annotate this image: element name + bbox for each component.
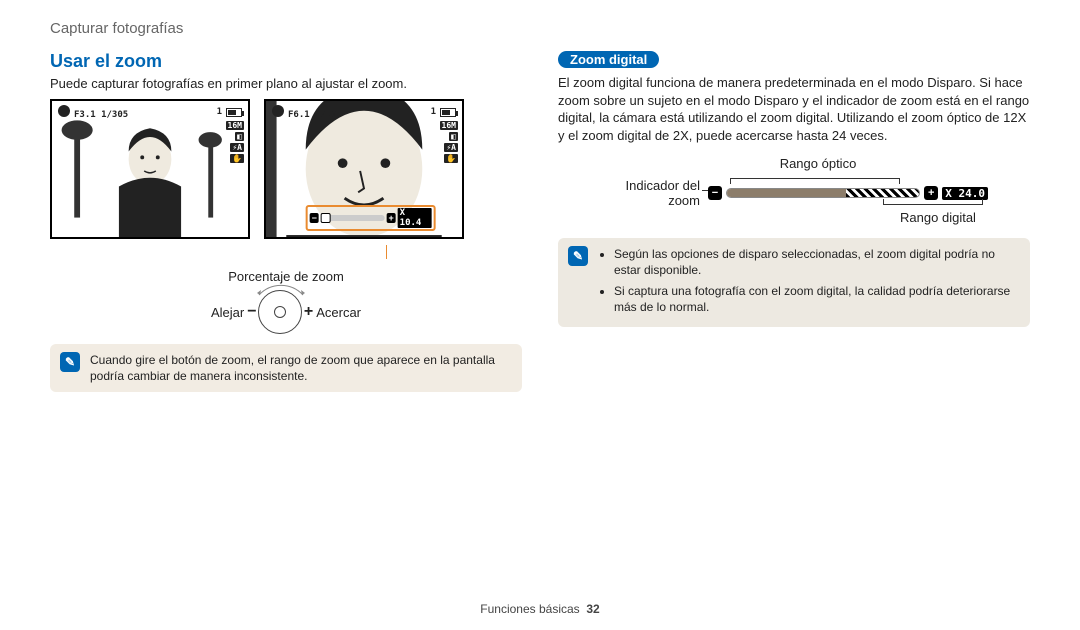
left-column: Usar el zoom Puede capturar fotografías … <box>50 51 522 392</box>
digital-range-label: Rango digital <box>878 210 998 225</box>
stabilize-icon: ✋ <box>230 154 244 163</box>
optic-bracket <box>730 178 900 179</box>
camera-screen-zoomed: F6.1 1/105 1 16M ◧ ⚡A ✋ − + X 10.4 <box>264 99 464 239</box>
flash-icon: ⚡A <box>444 143 458 152</box>
dial-right-label: Acercar <box>316 305 361 320</box>
zoom-minus-icon: − <box>708 186 722 200</box>
optic-range-label: Rango óptico <box>758 156 878 171</box>
zoom-indicator-label: Indicador del zoom <box>600 178 700 208</box>
zoom-bar: − + X 10.4 <box>306 205 436 231</box>
mode-icon: ◧ <box>235 132 244 141</box>
battery-icon <box>226 108 242 117</box>
shot-count: 1 <box>431 107 436 117</box>
lead-text: Puede capturar fotografías en primer pla… <box>50 76 522 91</box>
note-list: Según las opciones de disparo selecciona… <box>614 246 1020 319</box>
section-title: Usar el zoom <box>50 51 522 72</box>
flash-icon: ⚡A <box>230 143 244 152</box>
digital-range-fill <box>846 189 919 197</box>
camera-screen-wide: F3.1 1/305 1 16M ◧ ⚡A ✋ <box>50 99 250 239</box>
shot-count: 1 <box>217 107 222 117</box>
note-icon: ✎ <box>60 352 80 372</box>
zoom-track <box>726 188 920 198</box>
note-item: Si captura una fotografía con el zoom di… <box>614 283 1020 315</box>
zoom-dial-diagram: Alejar −+ Acercar <box>50 290 522 334</box>
mode-icon: ◧ <box>449 132 458 141</box>
zoom-value: X 10.4 <box>398 208 432 228</box>
zoom-max-value: X 24.0 <box>942 187 988 200</box>
photo-illustration-wide <box>52 101 248 237</box>
battery-icon <box>440 108 456 117</box>
note-box: ✎ Según las opciones de disparo seleccio… <box>558 238 1030 327</box>
note-text: Cuando gire el botón de zoom, el rango d… <box>90 352 512 384</box>
footer-section: Funciones básicas <box>480 602 579 616</box>
leader-line <box>386 245 387 259</box>
breadcrumb: Capturar fotografías <box>50 20 1030 37</box>
digital-bracket <box>883 204 983 205</box>
right-column: Zoom digital El zoom digital funciona de… <box>558 51 1030 392</box>
note-box: ✎ Cuando gire el botón de zoom, el rango… <box>50 344 522 392</box>
dial-left-label: Alejar <box>211 305 244 320</box>
resolution-badge: 16M <box>440 121 458 130</box>
note-icon: ✎ <box>568 246 588 266</box>
exposure-readout: F3.1 1/305 <box>74 110 128 120</box>
stabilize-icon: ✋ <box>444 154 458 163</box>
optic-range-fill <box>727 189 846 197</box>
zoom-plus-icon: + <box>387 213 396 223</box>
zoom-range-diagram: Rango óptico Indicador del zoom − + X 24… <box>558 156 1030 226</box>
note-item: Según las opciones de disparo selecciona… <box>614 246 1020 278</box>
digital-zoom-heading: Zoom digital <box>558 51 659 68</box>
zoom-plus-icon: + <box>924 186 938 200</box>
zoom-dial-icon: −+ <box>258 290 302 334</box>
exposure-readout: F6.1 1/105 <box>288 110 342 120</box>
digital-zoom-paragraph: El zoom digital funciona de manera prede… <box>558 74 1030 144</box>
zoom-minus-icon: − <box>310 213 319 223</box>
footer-page-number: 32 <box>586 602 599 616</box>
resolution-badge: 16M <box>226 121 244 130</box>
page-footer: Funciones básicas 32 <box>0 602 1080 616</box>
